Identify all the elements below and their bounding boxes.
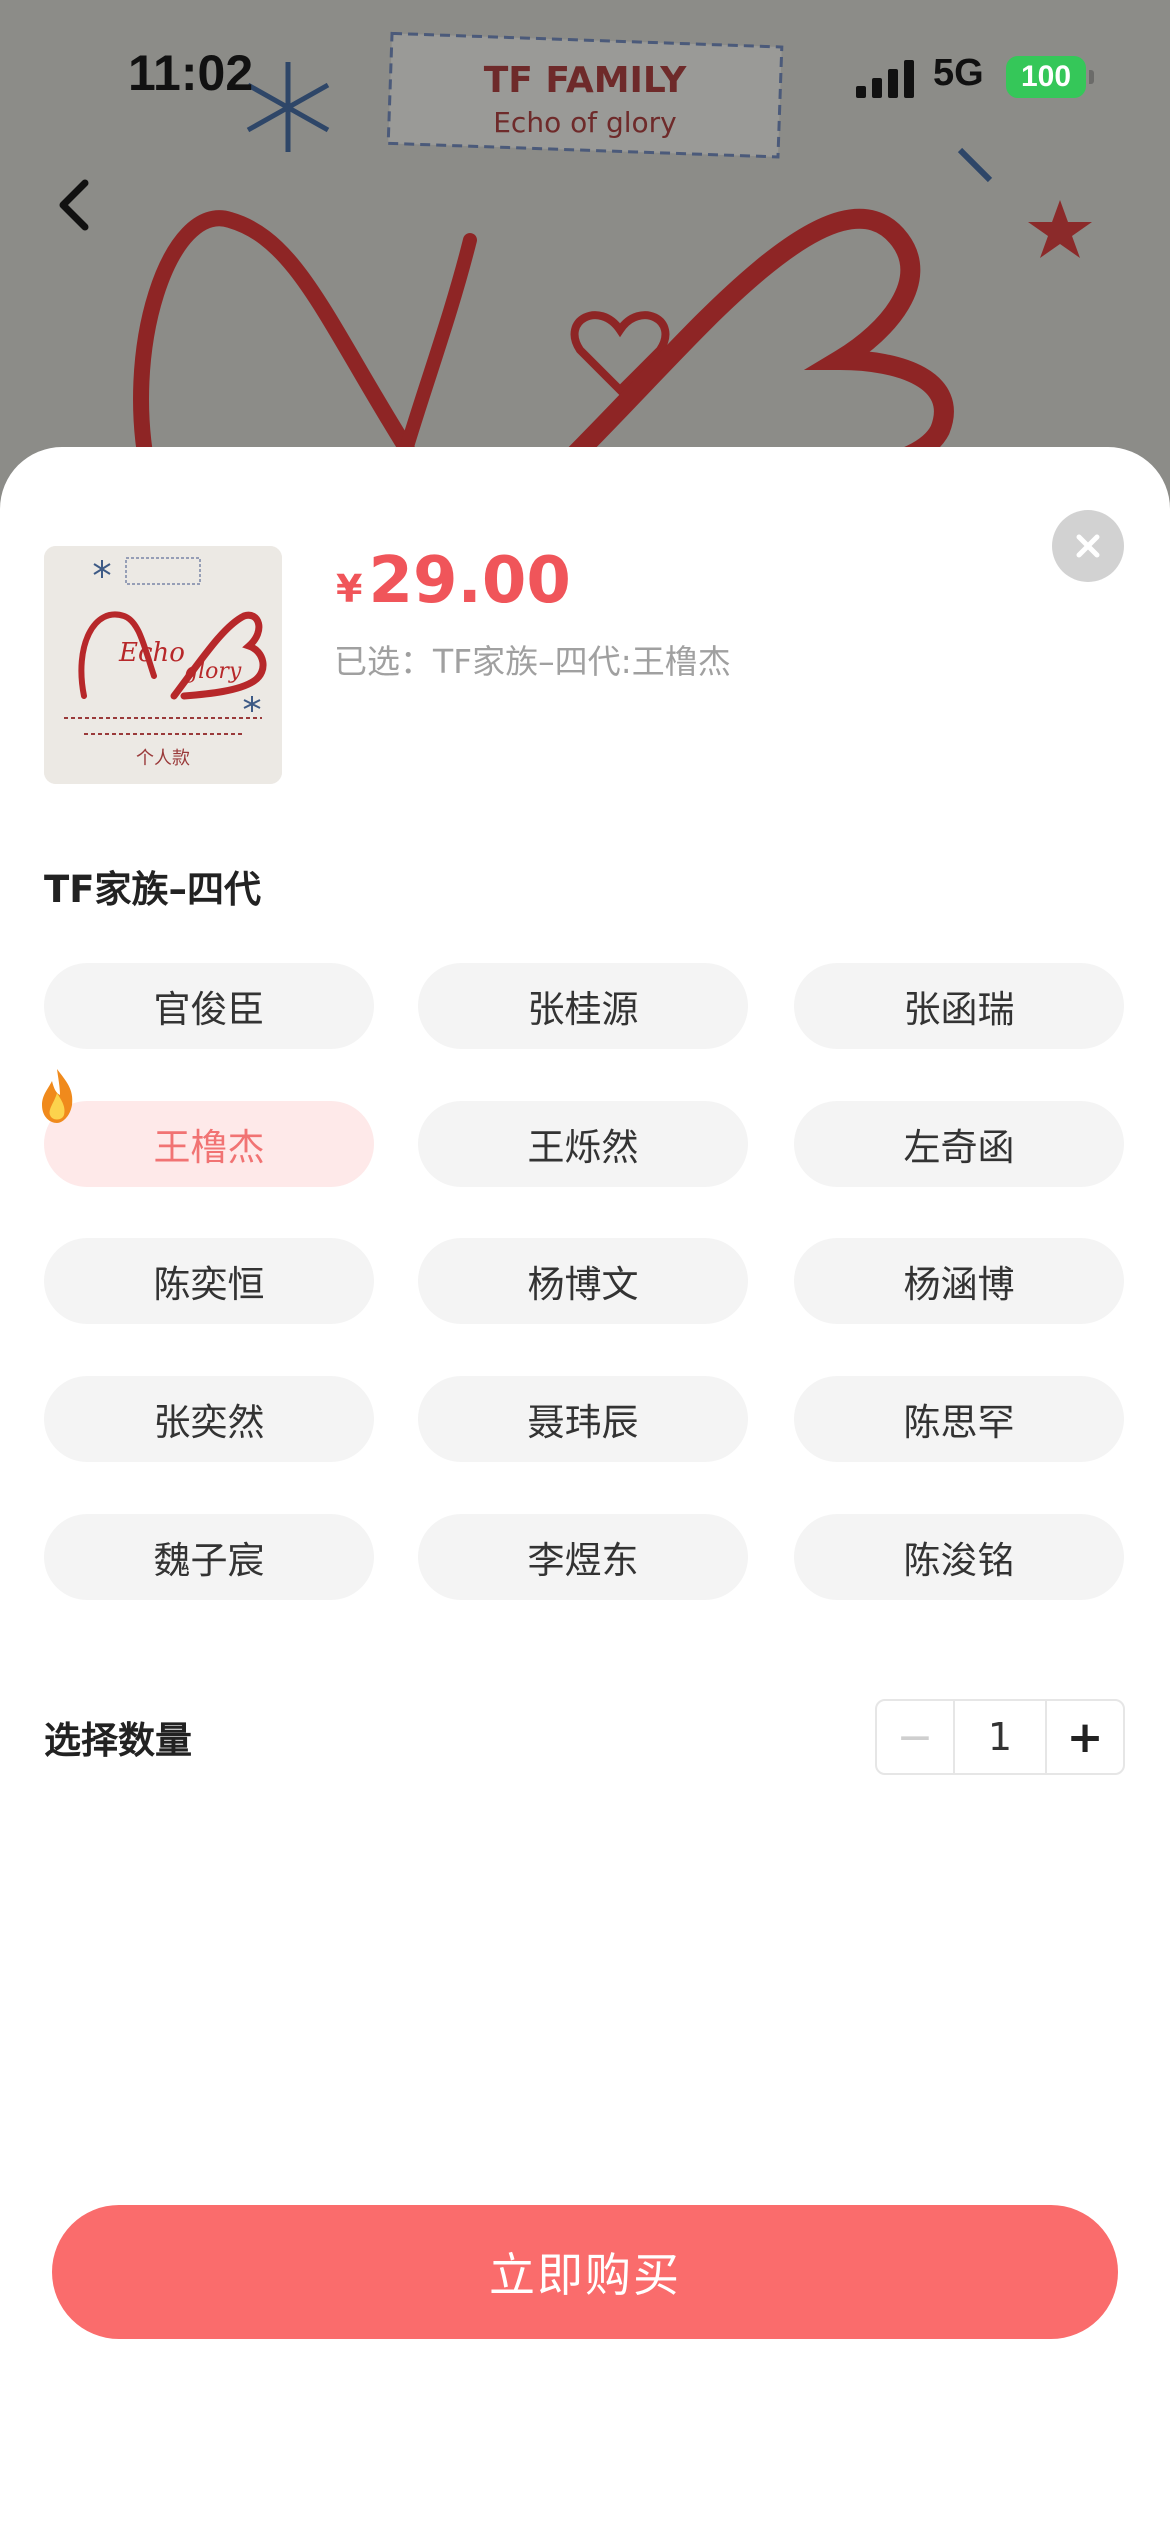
quantity-decrease-button[interactable]: − xyxy=(877,1701,953,1773)
option-chip[interactable]: 陈浚铭 xyxy=(794,1514,1124,1600)
battery-level: 100 xyxy=(1020,60,1072,93)
signal-icon xyxy=(856,60,914,98)
option-label: 李煜东 xyxy=(527,1539,639,1582)
option-chip[interactable]: 张函瑞 xyxy=(794,963,1124,1049)
option-chip[interactable]: 王烁然 xyxy=(418,1101,748,1187)
option-label: 左奇函 xyxy=(903,1126,1015,1169)
option-label: 陈奕恒 xyxy=(153,1263,265,1306)
option-chip[interactable]: 陈奕恒 xyxy=(44,1238,374,1324)
thumb-text-echo: Echo xyxy=(118,638,185,668)
close-icon xyxy=(1076,534,1100,558)
price-value: 29.00 xyxy=(368,544,571,618)
price: ¥ 29.00 xyxy=(336,544,571,618)
network-type: 5G xyxy=(933,52,984,94)
option-label: 杨涵博 xyxy=(903,1263,1015,1306)
option-label: 杨博文 xyxy=(527,1263,639,1306)
quantity-increase-button[interactable]: + xyxy=(1047,1701,1123,1773)
option-group-title: TF家族–四代 xyxy=(44,868,262,911)
quantity-input[interactable]: 1 xyxy=(953,1701,1047,1773)
option-label: 张函瑞 xyxy=(903,988,1015,1031)
product-thumbnail-art: Echo glory 个人款 xyxy=(44,546,282,784)
back-button[interactable] xyxy=(40,170,110,240)
option-label: 王橹杰 xyxy=(153,1126,265,1169)
option-chip[interactable]: 杨涵博 xyxy=(794,1238,1124,1324)
status-time: 11:02 xyxy=(128,45,254,101)
product-thumbnail[interactable]: Echo glory 个人款 xyxy=(44,546,282,784)
option-chip[interactable]: 张奕然 xyxy=(44,1376,374,1462)
option-label: 陈浚铭 xyxy=(903,1539,1015,1582)
option-chip[interactable]: 官俊臣 xyxy=(44,963,374,1049)
option-chip[interactable]: 魏子宸 xyxy=(44,1514,374,1600)
option-chip[interactable]: 张桂源 xyxy=(418,963,748,1049)
close-button[interactable] xyxy=(1052,510,1124,582)
screen: TF FAMILY Echo of glory 11:02 5G 100 Ech… xyxy=(0,0,1170,2532)
option-label: 聂玮辰 xyxy=(527,1401,639,1444)
option-chip[interactable]: 杨博文 xyxy=(418,1238,748,1324)
buy-now-button[interactable]: 立即购买 xyxy=(52,2205,1118,2339)
option-label: 魏子宸 xyxy=(153,1539,265,1582)
option-chip[interactable]: 李煜东 xyxy=(418,1514,748,1600)
option-chip[interactable]: 左奇函 xyxy=(794,1101,1124,1187)
battery-cap xyxy=(1089,70,1094,84)
price-currency: ¥ xyxy=(336,567,363,611)
option-label: 陈思罕 xyxy=(903,1401,1015,1444)
option-chip[interactable]: 陈思罕 xyxy=(794,1376,1124,1462)
selected-sku-info: 已选：TF家族–四代:王橹杰 xyxy=(334,642,731,681)
chevron-left-icon xyxy=(59,179,89,231)
thumb-caption: 个人款 xyxy=(136,748,190,769)
status-bar: 11:02 5G 100 xyxy=(0,0,1170,150)
flame-icon xyxy=(42,1069,73,1123)
option-label: 张奕然 xyxy=(153,1401,265,1444)
option-label: 张桂源 xyxy=(527,988,639,1031)
option-chip-selected[interactable]: 王橹杰 xyxy=(42,1069,374,1187)
battery-icon: 100 xyxy=(1006,56,1086,98)
thumb-text-glory: glory xyxy=(184,659,242,684)
quantity-label: 选择数量 xyxy=(44,1719,192,1762)
sku-selection-sheet: Echo glory 个人款 ¥ 29.00 已选：TF家族–四代:王橹杰 TF… xyxy=(0,447,1170,2532)
option-chip[interactable]: 聂玮辰 xyxy=(418,1376,748,1462)
quantity-stepper: − 1 + xyxy=(875,1699,1125,1775)
option-label: 官俊臣 xyxy=(153,988,265,1031)
option-label: 王烁然 xyxy=(527,1126,639,1169)
